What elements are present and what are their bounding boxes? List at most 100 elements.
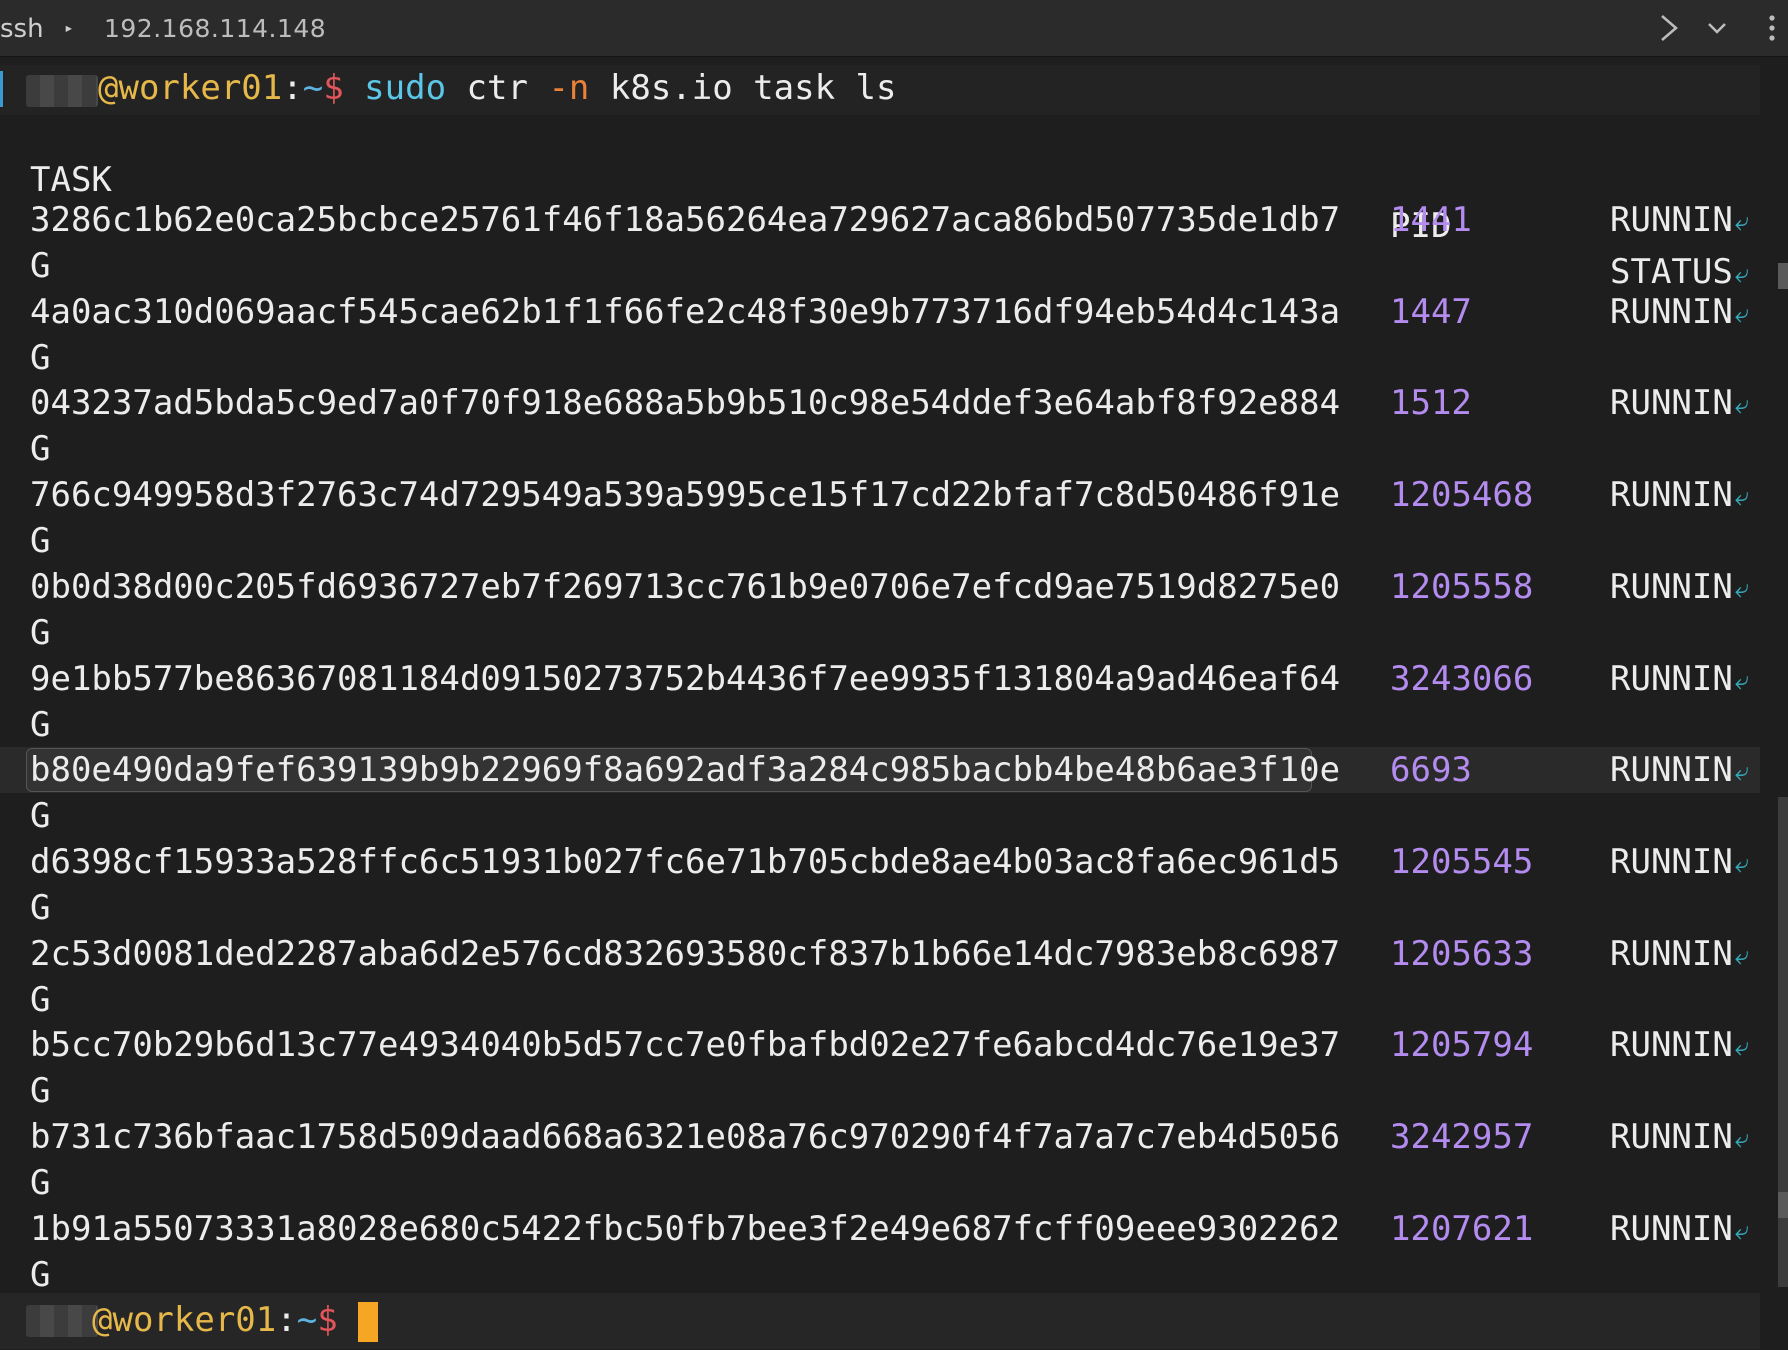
more-vertical-icon[interactable] [1760, 10, 1784, 46]
terminal-window: ssh ▸ 192.168.114.148 @worker01:~$ sudo … [0, 0, 1788, 1350]
scroll-marker [1778, 263, 1788, 289]
wrapped-status-tail: G [30, 246, 51, 286]
table-row[interactable]: 0b0d38d00c205fd6936727eb7f269713cc761b9e… [0, 564, 1760, 610]
table-row[interactable]: b731c736bfaac1758d509daad668a6321e08a76c… [0, 1114, 1760, 1160]
task-id[interactable]: 3286c1b62e0ca25bcbce25761f46f18a56264ea7… [30, 197, 1340, 243]
task-id[interactable]: 4a0ac310d069aacf545cae62b1f1f66fe2c48f30… [30, 289, 1340, 335]
task-pid: 6693 [1390, 750, 1472, 790]
table-row[interactable]: 766c949958d3f2763c74d729549a539a5995ce15… [0, 472, 1760, 518]
command-ctr: ctr [466, 68, 528, 108]
task-pid: 1205545 [1390, 842, 1534, 882]
chevron-down-icon[interactable] [1702, 12, 1732, 44]
task-pid: 1512 [1390, 383, 1472, 423]
tab-app-label[interactable]: ssh [0, 14, 44, 44]
task-id[interactable]: 0b0d38d00c205fd6936727eb7f269713cc761b9e… [30, 564, 1340, 610]
task-pid: 3242957 [1390, 1117, 1534, 1157]
wrapped-status-tail: G [30, 1255, 51, 1295]
line-wrap-icon: ⤶ [1734, 206, 1750, 237]
prompt-path: ~ [302, 68, 324, 108]
task-pid: 1205558 [1390, 567, 1534, 607]
tab-host-label[interactable]: 192.168.114.148 [104, 14, 326, 43]
redacted-username [26, 1305, 98, 1337]
line-wrap-icon: ⤶ [1734, 940, 1750, 971]
task-status: RUNNIN⤶ [1610, 1114, 1749, 1162]
task-id[interactable]: d6398cf15933a528ffc6c51931b027fc6e71b705… [30, 839, 1340, 885]
breadcrumb-separator-icon: ▸ [64, 18, 74, 37]
task-status: RUNNIN⤶ [1610, 380, 1749, 428]
prompt-colon: : [282, 68, 303, 108]
table-row[interactable]: b80e490da9fef639139b9b22969f8a692adf3a28… [0, 747, 1760, 793]
line-wrap-icon: ⤶ [1734, 756, 1750, 787]
task-id[interactable]: 2c53d0081ded2287aba6d2e576cd832693580cf8… [30, 931, 1340, 977]
task-status: RUNNIN⤶ [1610, 656, 1749, 704]
wrapped-status-tail: G [30, 796, 51, 836]
line-wrap-icon: ⤶ [1734, 1031, 1750, 1062]
wrapped-status-tail: G [30, 429, 51, 469]
task-status: RUNNIN⤶ [1610, 747, 1749, 795]
tab-bar: ssh ▸ 192.168.114.148 [0, 0, 1788, 57]
task-pid: 1207621 [1390, 1209, 1534, 1249]
task-status: RUNNIN⤶ [1610, 1206, 1749, 1254]
task-status: RUNNIN⤶ [1610, 289, 1749, 337]
wrapped-status-tail: G [30, 613, 51, 653]
wrapped-status-tail: G [30, 521, 51, 561]
line-wrap-icon: ⤶ [1734, 665, 1750, 696]
task-id[interactable]: 766c949958d3f2763c74d729549a539a5995ce15… [30, 472, 1340, 518]
table-row[interactable]: 043237ad5bda5c9ed7a0f70f918e688a5b9b510c… [0, 380, 1760, 426]
task-pid: 1205794 [1390, 1025, 1534, 1065]
task-id[interactable]: 043237ad5bda5c9ed7a0f70f918e688a5b9b510c… [30, 380, 1340, 426]
wrapped-status-tail: G [30, 888, 51, 928]
table-row[interactable]: b5cc70b29b6d13c77e4934040b5d57cc7e0fbafb… [0, 1022, 1760, 1068]
line-wrap-icon: ⤶ [1734, 1215, 1750, 1246]
task-id[interactable]: 9e1bb577be86367081184d09150273752b4436f7… [30, 656, 1340, 702]
task-pid: 3243066 [1390, 659, 1534, 699]
redacted-username [26, 75, 98, 107]
line-wrap-icon: ⤶ [1734, 573, 1750, 604]
chevron-right-icon[interactable] [1652, 8, 1686, 48]
task-status: RUNNIN⤶ [1610, 1022, 1749, 1070]
command-args: k8s.io task ls [609, 68, 897, 108]
line-wrap-icon: ⤶ [1734, 848, 1750, 879]
wrapped-status-tail: G [30, 1071, 51, 1111]
text-cursor [357, 1301, 378, 1342]
task-pid: 1205468 [1390, 475, 1534, 515]
table-row[interactable]: 3286c1b62e0ca25bcbce25761f46f18a56264ea7… [0, 197, 1760, 243]
task-status: RUNNIN⤶ [1610, 564, 1749, 612]
table-row[interactable]: 1b91a55073331a8028e680c5422fbc50fb7bee3f… [0, 1206, 1760, 1252]
table-row[interactable]: 2c53d0081ded2287aba6d2e576cd832693580cf8… [0, 931, 1760, 977]
command-flag: -n [548, 68, 590, 108]
task-status: RUNNIN⤶ [1610, 839, 1749, 887]
prompt-colon: : [276, 1300, 297, 1340]
task-id[interactable]: b5cc70b29b6d13c77e4934040b5d57cc7e0fbafb… [30, 1022, 1340, 1068]
table-row[interactable]: 4a0ac310d069aacf545cae62b1f1f66fe2c48f30… [0, 289, 1760, 335]
command-marker [0, 71, 3, 107]
prompt-dollar: $ [323, 68, 344, 108]
prompt-line[interactable]: @worker01:~$ [92, 1297, 378, 1343]
prompt-dollar: $ [317, 1300, 338, 1340]
task-pid: 1205633 [1390, 934, 1534, 974]
prompt-host: @worker01 [98, 68, 283, 108]
line-wrap-icon: ⤶ [1734, 298, 1750, 329]
wrapped-status-tail: G [30, 980, 51, 1020]
task-status: RUNNIN⤶ [1610, 472, 1749, 520]
terminal-output[interactable]: @worker01:~$ sudo ctr -n k8s.io task ls … [0, 57, 1760, 1350]
table-header: TASK PID STATUS⤶ [0, 111, 1760, 292]
task-pid: 1441 [1390, 200, 1472, 240]
line-wrap-icon: ⤶ [1734, 481, 1750, 512]
wrapped-status-tail: G [30, 705, 51, 745]
task-pid: 1447 [1390, 292, 1472, 332]
task-status: RUNNIN⤶ [1610, 931, 1749, 979]
table-row[interactable]: 9e1bb577be86367081184d09150273752b4436f7… [0, 656, 1760, 702]
table-row[interactable]: d6398cf15933a528ffc6c51931b027fc6e71b705… [0, 839, 1760, 885]
scrollbar[interactable] [1768, 57, 1788, 1350]
task-status: RUNNIN⤶ [1610, 197, 1749, 245]
line-wrap-icon: ⤶ [1734, 1123, 1750, 1154]
task-id[interactable]: b80e490da9fef639139b9b22969f8a692adf3a28… [30, 747, 1340, 793]
wrapped-status-tail: G [30, 338, 51, 378]
scroll-marker [1778, 1192, 1788, 1218]
wrapped-status-tail: G [30, 1163, 51, 1203]
line-wrap-icon: ⤶ [1734, 389, 1750, 420]
task-id[interactable]: 1b91a55073331a8028e680c5422fbc50fb7bee3f… [30, 1206, 1340, 1252]
task-id[interactable]: b731c736bfaac1758d509daad668a6321e08a76c… [30, 1114, 1340, 1160]
command-line: @worker01:~$ sudo ctr -n k8s.io task ls [98, 65, 896, 111]
